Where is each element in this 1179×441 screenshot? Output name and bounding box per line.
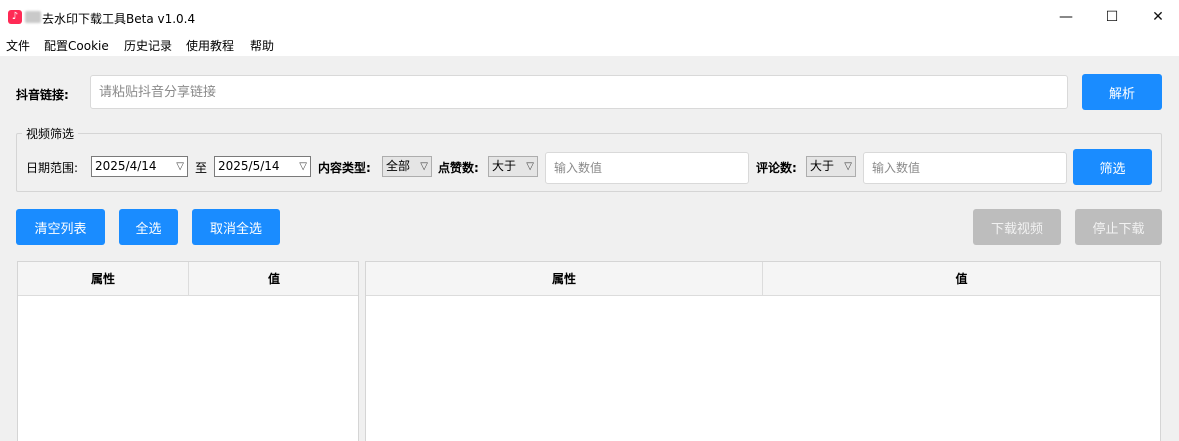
stop-download-button[interactable]: 停止下载 (1075, 209, 1162, 245)
left-header-value[interactable]: 值 (189, 262, 359, 296)
menu-bar: 文件 配置Cookie 历史记录 使用教程 帮助 (0, 34, 1179, 56)
filter-button[interactable]: 筛选 (1073, 149, 1152, 185)
title-bar: ♪ 去水印下载工具Beta v1.0.4 — ☐ ✕ (0, 0, 1179, 34)
parse-button[interactable]: 解析 (1082, 74, 1162, 110)
link-label: 抖音链接: (16, 88, 69, 102)
right-property-table: 属性 值 (365, 261, 1161, 441)
menu-config-cookie[interactable]: 配置Cookie (44, 37, 109, 54)
likes-label: 点赞数: (438, 161, 479, 175)
minimize-button[interactable]: — (1043, 0, 1089, 34)
comments-operator-value: 大于 (810, 159, 835, 173)
date-to-picker[interactable]: 2025/5/14 ▽ (214, 156, 311, 177)
content-type-select[interactable]: 全部 ▽ (382, 156, 432, 177)
left-header-property[interactable]: 属性 (18, 262, 189, 296)
likes-operator-value: 大于 (492, 159, 517, 173)
chevron-down-icon: ▽ (526, 161, 534, 172)
chevron-down-icon: ▽ (176, 161, 184, 172)
window-title: 去水印下载工具Beta v1.0.4 (42, 12, 196, 26)
comments-input[interactable] (863, 152, 1067, 184)
to-label: 至 (195, 161, 208, 175)
chevron-down-icon: ▽ (420, 161, 428, 172)
date-to-value: 2025/5/14 (218, 159, 280, 173)
select-all-button[interactable]: 全选 (119, 209, 178, 245)
filter-group-title: 视频筛选 (22, 125, 79, 142)
date-range-label: 日期范围: (26, 161, 79, 175)
right-header-property[interactable]: 属性 (366, 262, 763, 296)
redacted-title-segment (25, 11, 41, 23)
left-table-header: 属性 值 (18, 262, 358, 296)
menu-tutorial[interactable]: 使用教程 (186, 37, 234, 54)
chevron-down-icon: ▽ (844, 161, 852, 172)
left-property-table: 属性 值 (17, 261, 359, 441)
link-input[interactable] (90, 75, 1068, 109)
date-from-value: 2025/4/14 (95, 159, 157, 173)
date-from-picker[interactable]: 2025/4/14 ▽ (91, 156, 188, 177)
maximize-button[interactable]: ☐ (1089, 0, 1135, 34)
close-button[interactable]: ✕ (1135, 0, 1179, 34)
menu-history[interactable]: 历史记录 (124, 37, 172, 54)
content-type-label: 内容类型: (318, 161, 371, 175)
download-video-button[interactable]: 下载视频 (973, 209, 1061, 245)
deselect-all-button[interactable]: 取消全选 (192, 209, 280, 245)
content-type-value: 全部 (386, 159, 411, 173)
comments-operator-select[interactable]: 大于 ▽ (806, 156, 856, 177)
likes-input[interactable] (545, 152, 749, 184)
likes-operator-select[interactable]: 大于 ▽ (488, 156, 538, 177)
comments-label: 评论数: (756, 161, 797, 175)
right-table-header: 属性 值 (366, 262, 1160, 296)
menu-help[interactable]: 帮助 (250, 37, 274, 54)
right-header-value[interactable]: 值 (763, 262, 1160, 296)
chevron-down-icon: ▽ (299, 161, 307, 172)
app-logo-icon: ♪ (8, 10, 22, 24)
menu-file[interactable]: 文件 (6, 37, 30, 54)
clear-list-button[interactable]: 清空列表 (16, 209, 105, 245)
